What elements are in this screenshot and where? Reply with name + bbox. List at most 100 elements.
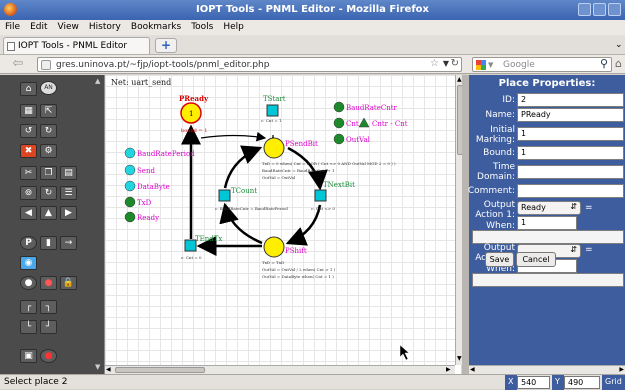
panel-splitter[interactable]	[462, 75, 469, 374]
layout-right-icon[interactable]: ┐	[40, 300, 57, 314]
comment-field[interactable]	[517, 184, 624, 198]
output-baudratecntr-dot[interactable]	[333, 101, 345, 113]
redo-icon[interactable]: ↻	[40, 124, 57, 138]
arc-tool-icon[interactable]: →	[60, 236, 77, 250]
place-psendbit[interactable]	[263, 137, 285, 159]
status-bar: Select place 2 X 540 Y 490 Grid	[0, 374, 625, 390]
back-arrow-icon[interactable]: ⇦	[4, 56, 32, 73]
move-vertical-icon[interactable]: ▲	[40, 206, 57, 220]
signal-databyte-dot[interactable]	[124, 180, 136, 192]
bookmark-star-icon[interactable]: ☆	[430, 58, 439, 69]
record-icon[interactable]: ●	[20, 276, 37, 290]
menu-history[interactable]: History	[84, 20, 126, 32]
align-icon[interactable]: ▶	[60, 206, 77, 220]
search-input[interactable]: ▼ Google ⚲	[472, 57, 612, 72]
initial-marking-field[interactable]: 1	[517, 127, 624, 141]
palette-scroll-up-icon[interactable]: ▲	[95, 77, 100, 85]
when-1-field[interactable]: 1	[517, 216, 577, 230]
layout-bottom-left-icon[interactable]: └	[20, 320, 37, 334]
menu-edit[interactable]: Edit	[25, 20, 52, 32]
output-cnt-dot[interactable]	[333, 117, 345, 129]
palette-scroll-down-icon[interactable]: ▼	[95, 363, 100, 371]
properties-horizontal-scrollbar[interactable]: ◀ ▶	[469, 365, 625, 374]
tab-list-chevron-icon[interactable]: ⌄	[615, 40, 623, 50]
settings-icon[interactable]: ⚙	[40, 144, 57, 158]
net-canvas[interactable]: Net: uart_send PReady 1 bound = 1 PSendB…	[105, 75, 455, 365]
time-domain-field[interactable]	[517, 165, 624, 179]
menu-help[interactable]: Help	[218, 20, 249, 32]
place-pshift[interactable]	[263, 236, 285, 258]
maximize-button[interactable]	[593, 3, 606, 16]
scroll-down-icon[interactable]: ▼	[457, 355, 462, 362]
close-button[interactable]	[608, 3, 621, 16]
signal-send-dot[interactable]	[124, 164, 136, 176]
select-tool-icon[interactable]: ⇱	[40, 104, 57, 118]
paste-icon[interactable]: ▤	[60, 166, 77, 180]
save-button[interactable]: Save	[485, 252, 514, 267]
layout-left-icon[interactable]: ┌	[20, 300, 37, 314]
output-event-triangle-icon[interactable]	[358, 117, 370, 128]
undo-icon[interactable]: ↺	[20, 124, 37, 138]
url-dropdown-icon[interactable]: ▼	[443, 59, 449, 68]
signal-ready-dot[interactable]	[124, 211, 136, 223]
output-outval-dot[interactable]	[333, 133, 345, 145]
horizontal-scroll-thumb[interactable]	[115, 367, 205, 373]
menu-bookmarks[interactable]: Bookmarks	[126, 20, 186, 32]
new-tab-button[interactable]: +	[155, 38, 177, 53]
menu-bar: File Edit View History Bookmarks Tools Help	[0, 20, 625, 35]
save-icon[interactable]: ▣	[20, 349, 37, 363]
menu-file[interactable]: File	[0, 20, 25, 32]
transition-tstart[interactable]	[266, 104, 279, 117]
petri-net-diagram: PReady 1 bound = 1 PSendBit PShift TStar…	[124, 94, 410, 361]
scroll-up-icon[interactable]: ▲	[457, 76, 462, 83]
move-horizontal-icon[interactable]: ◀	[20, 206, 37, 220]
rotate-icon[interactable]: ↻	[40, 186, 57, 200]
output-action-1-select[interactable]: Ready ⇵	[517, 201, 581, 215]
home-tool-icon[interactable]: ⌂	[20, 82, 37, 96]
menu-view[interactable]: View	[53, 20, 84, 32]
canvas-horizontal-scrollbar[interactable]: ◀ ▶	[105, 365, 455, 374]
zoom-fit-icon[interactable]: ⊚	[20, 186, 37, 200]
action-2-expression-field[interactable]	[472, 273, 624, 287]
search-icon[interactable]: ⚲	[600, 57, 608, 70]
cut-icon[interactable]: ✂	[20, 166, 37, 180]
grid-toggle[interactable]: Grid	[602, 375, 625, 390]
delete-icon[interactable]: ✖	[20, 144, 37, 158]
url-bar[interactable]: gres.uninova.pt/~fjp/iopt-tools/pnml_edi…	[37, 57, 462, 72]
signal-baudrateperiod-dot[interactable]	[124, 147, 136, 159]
copy-icon[interactable]: ❐	[40, 166, 57, 180]
lock-icon[interactable]: 🔒	[60, 276, 77, 290]
record-red-icon[interactable]: ●	[40, 349, 57, 363]
menu-tools[interactable]: Tools	[186, 20, 218, 32]
window-title: IOPT Tools - PNML Editor - Mozilla Firef…	[196, 4, 429, 15]
reload-icon[interactable]: ↻	[451, 58, 459, 69]
scroll-left-icon[interactable]: ◀	[470, 366, 475, 373]
autonet-tool-icon[interactable]: AN	[40, 81, 57, 95]
cancel-button[interactable]: Cancel	[516, 252, 556, 267]
scroll-right-icon[interactable]: ▶	[619, 366, 624, 373]
layout-bottom-right-icon[interactable]: ┘	[40, 320, 57, 334]
list-icon[interactable]: ☰	[60, 186, 77, 200]
minimize-button[interactable]	[578, 3, 591, 16]
home-icon[interactable]: ⌂	[615, 57, 622, 70]
stop-icon[interactable]: ●	[40, 276, 57, 290]
transition-tcount[interactable]	[218, 189, 231, 202]
scroll-right-icon[interactable]: ▶	[446, 366, 451, 373]
transition-tnextbit[interactable]	[314, 189, 327, 202]
action-1-expression-field[interactable]	[472, 230, 624, 244]
site-identity-icon	[41, 60, 51, 70]
tab-iopt-tools[interactable]: IOPT Tools - PNML Editor	[3, 37, 150, 54]
place-tool-icon[interactable]: P	[20, 236, 37, 250]
search-engine-dropdown-icon[interactable]: ▼	[488, 61, 493, 69]
id-field[interactable]: 2	[517, 93, 624, 107]
transition-tool-icon[interactable]: ▮	[40, 236, 57, 250]
grid-tool-icon[interactable]: ▦	[20, 104, 37, 118]
bound-field[interactable]: 1	[517, 146, 624, 160]
name-field[interactable]: PReady	[517, 108, 624, 122]
arc-pready-tstart	[200, 131, 267, 142]
output-action-1-value: Ready	[521, 203, 546, 212]
signal-tool-icon[interactable]: ◉	[20, 256, 37, 270]
y-coord-value: 490	[564, 376, 600, 389]
scroll-left-icon[interactable]: ◀	[106, 366, 111, 373]
signal-txd-dot[interactable]	[124, 196, 136, 208]
